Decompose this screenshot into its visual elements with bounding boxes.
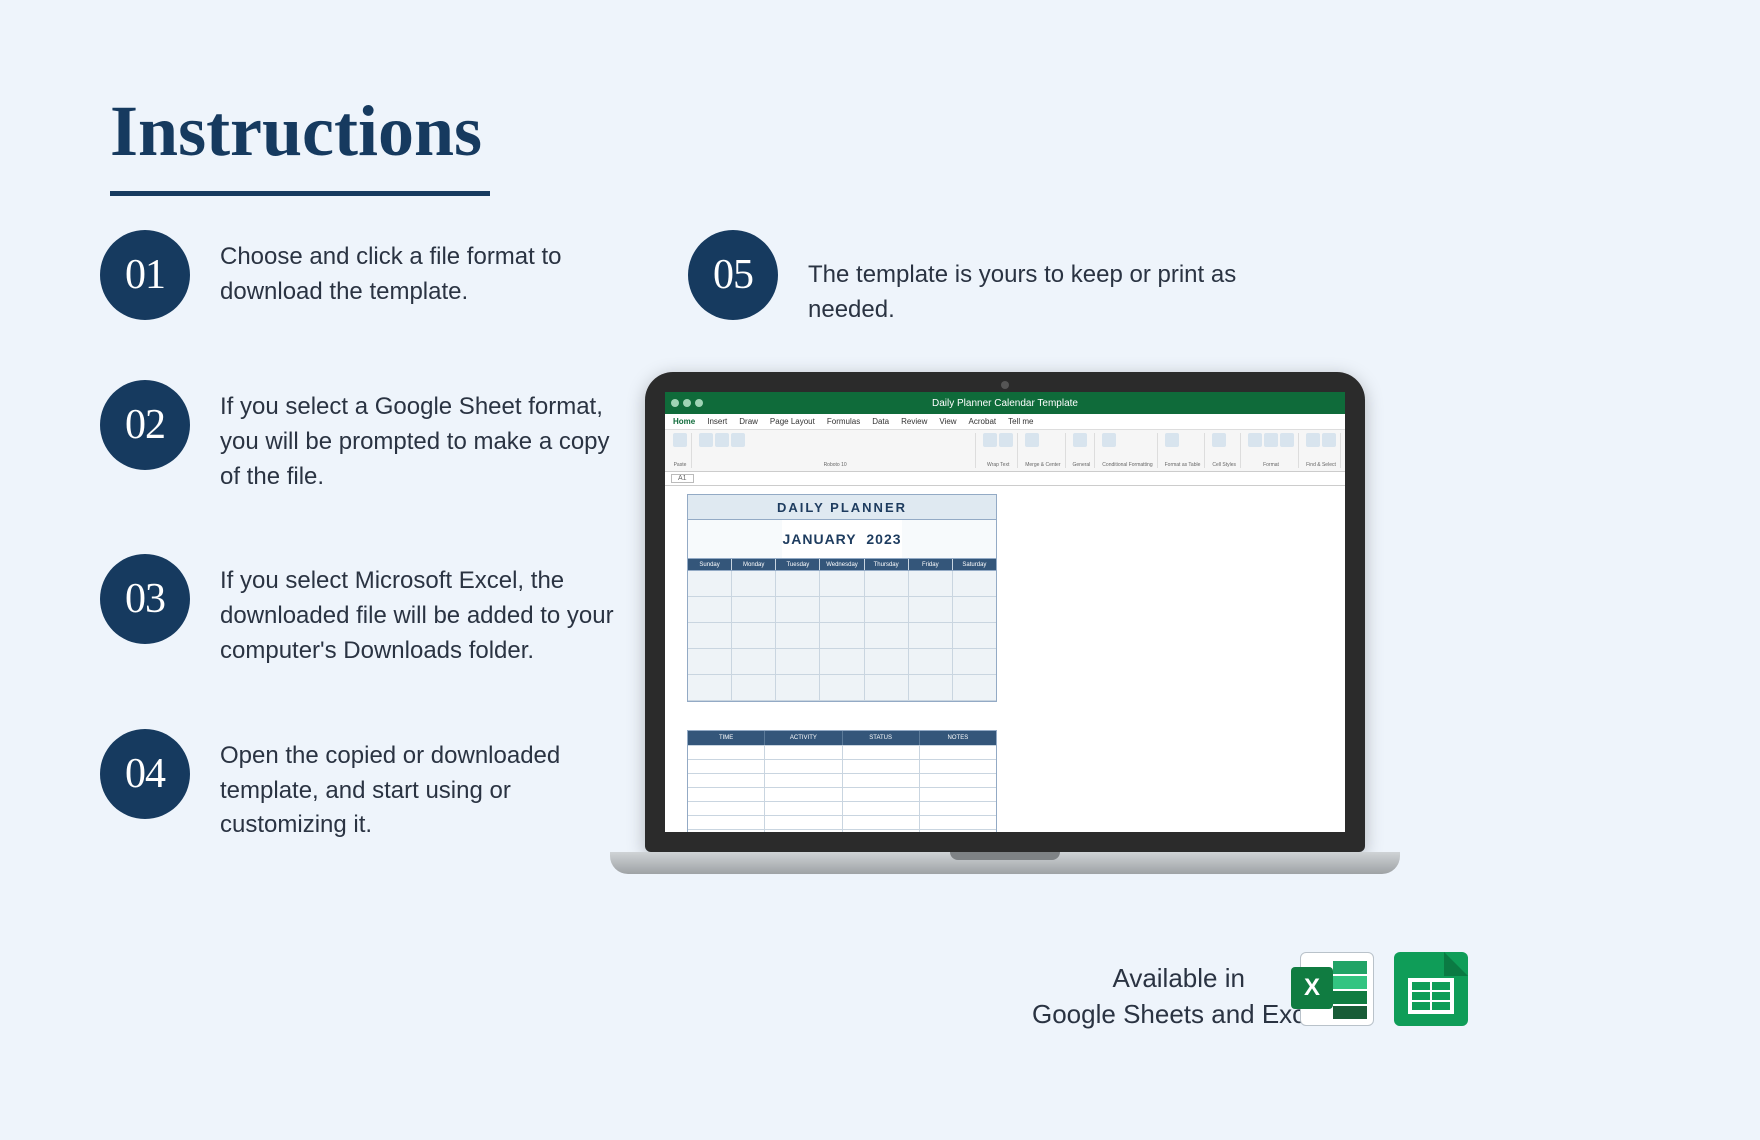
day-headers: Sunday Monday Tuesday Wednesday Thursday… <box>687 559 997 571</box>
menu-formulas: Formulas <box>827 417 860 426</box>
col-activity: ACTIVITY <box>765 731 842 745</box>
menu-pagelayout: Page Layout <box>770 417 815 426</box>
font-name: Roboto <box>824 462 840 468</box>
ribbon-label: General <box>1073 462 1091 468</box>
ribbon-label: Format <box>1248 462 1294 468</box>
ribbon-label: Cell Styles <box>1212 462 1236 468</box>
worksheet: DAILY PLANNER JANUARY 2023 Sunday Monday… <box>665 486 1345 832</box>
mini-calendar-prev <box>688 520 782 558</box>
google-sheets-icon <box>1394 952 1468 1026</box>
activities-table: TIME ACTIVITY STATUS NOTES <box>687 730 997 832</box>
availability-line2: Google Sheets and Excel <box>1032 996 1325 1032</box>
step-01: 01 Choose and click a file format to dow… <box>100 230 620 320</box>
step-text: Open the copied or downloaded template, … <box>220 729 620 843</box>
excel-icon <box>1300 952 1374 1026</box>
step-02: 02 If you select a Google Sheet format, … <box>100 380 620 494</box>
step-text: If you select a Google Sheet format, you… <box>220 380 620 494</box>
menu-data: Data <box>872 417 889 426</box>
day-header: Tuesday <box>776 559 820 570</box>
step-text: The template is yours to keep or print a… <box>808 230 1308 328</box>
ribbon-label: Wrap Text <box>983 462 1013 468</box>
day-header: Saturday <box>953 559 996 570</box>
planner-title: DAILY PLANNER <box>687 494 997 520</box>
ribbon-label: Format as Table <box>1165 462 1201 468</box>
step-number: 05 <box>688 230 778 320</box>
cell-reference-bar: A1 <box>665 472 1345 486</box>
step-text: Choose and click a file format to downlo… <box>220 230 620 310</box>
menu-draw: Draw <box>739 417 758 426</box>
title-underline <box>110 191 490 196</box>
step-number: 02 <box>100 380 190 470</box>
menu-view: View <box>939 417 956 426</box>
steps-left: 01 Choose and click a file format to dow… <box>100 230 620 903</box>
col-time: TIME <box>688 731 765 745</box>
excel-titlebar: Daily Planner Calendar Template <box>665 392 1345 414</box>
camera-icon <box>1001 381 1009 389</box>
menu-review: Review <box>901 417 927 426</box>
day-header: Monday <box>732 559 776 570</box>
step-03: 03 If you select Microsoft Excel, the do… <box>100 554 620 668</box>
step-number: 03 <box>100 554 190 644</box>
laptop-mockup: Daily Planner Calendar Template Home Ins… <box>610 372 1400 874</box>
laptop-bezel: Daily Planner Calendar Template Home Ins… <box>645 372 1365 852</box>
menu-insert: Insert <box>707 417 727 426</box>
cell-ref: A1 <box>671 474 694 483</box>
day-header: Friday <box>909 559 953 570</box>
excel-screenshot: Daily Planner Calendar Template Home Ins… <box>665 392 1345 832</box>
laptop-base <box>610 852 1400 874</box>
page-title: Instructions <box>0 0 1760 173</box>
col-notes: NOTES <box>920 731 996 745</box>
step-04: 04 Open the copied or downloaded templat… <box>100 729 620 843</box>
font-size: 10 <box>841 462 847 468</box>
window-title: Daily Planner Calendar Template <box>932 398 1078 409</box>
ribbon-label: Paste <box>673 462 687 468</box>
ribbon-label: Find & Select <box>1306 462 1336 468</box>
day-header: Thursday <box>865 559 909 570</box>
mini-calendar-next <box>902 520 996 558</box>
step-number: 01 <box>100 230 190 320</box>
format-icons <box>1300 952 1468 1026</box>
menu-home: Home <box>673 417 695 426</box>
day-header: Wednesday <box>820 559 864 570</box>
excel-menubar: Home Insert Draw Page Layout Formulas Da… <box>665 414 1345 430</box>
ribbon-label: Merge & Center <box>1025 462 1060 468</box>
planner-block: DAILY PLANNER JANUARY 2023 Sunday Monday… <box>687 494 997 832</box>
menu-tellme: Tell me <box>1008 417 1033 426</box>
planner-month: JANUARY 2023 <box>782 520 901 558</box>
availability-line1: Available in <box>1032 960 1325 996</box>
availability-text: Available in Google Sheets and Excel <box>1032 960 1325 1033</box>
menu-acrobat: Acrobat <box>969 417 997 426</box>
step-05: 05 The template is yours to keep or prin… <box>688 230 1308 328</box>
ribbon-label: Conditional Formatting <box>1102 462 1152 468</box>
calendar-grid <box>687 571 997 702</box>
step-number: 04 <box>100 729 190 819</box>
step-text: If you select Microsoft Excel, the downl… <box>220 554 620 668</box>
col-status: STATUS <box>843 731 920 745</box>
excel-ribbon: Paste Roboto 10 Wrap Text Merge & Center… <box>665 430 1345 472</box>
day-header: Sunday <box>688 559 732 570</box>
